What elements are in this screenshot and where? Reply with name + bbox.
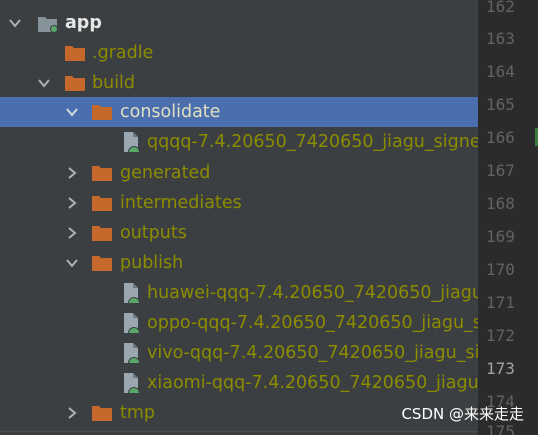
- chevron-right-icon[interactable]: [65, 226, 79, 240]
- line-number: 162: [486, 0, 515, 16]
- line-number: 164: [486, 62, 515, 81]
- tree-label-intermediates: intermediates: [120, 193, 242, 213]
- apk-file-icon: [122, 282, 142, 304]
- tree-row-publish-file[interactable]: oppo-qqq-7.4.20650_7420650_jiagu_signed: [0, 308, 478, 338]
- line-number: 163: [486, 29, 515, 48]
- tree-label-publish-file: vivo-qqq-7.4.20650_7420650_jiagu_signed: [147, 343, 478, 363]
- module-folder-icon: [37, 14, 58, 33]
- tree-label-consolidate: consolidate: [120, 102, 221, 122]
- folder-icon: [65, 75, 85, 91]
- project-tree: app .gradle build consolidate qqqq-7.4.2…: [0, 0, 478, 435]
- tree-row-publish-file[interactable]: vivo-qqq-7.4.20650_7420650_jiagu_signed: [0, 338, 478, 368]
- folder-icon: [92, 104, 112, 120]
- tree-row-generated[interactable]: generated: [0, 158, 478, 188]
- tree-row-consolidate-file[interactable]: qqqq-7.4.20650_7420650_jiagu_signed: [0, 127, 478, 157]
- line-number: 167: [486, 161, 515, 180]
- tree-label-build: build: [92, 73, 136, 93]
- chevron-down-icon[interactable]: [65, 105, 79, 119]
- tree-row-consolidate[interactable]: consolidate: [0, 97, 478, 127]
- tree-row-build[interactable]: build: [0, 68, 478, 98]
- tree-row-publish[interactable]: publish: [0, 248, 478, 278]
- folder-icon: [92, 165, 112, 181]
- tree-label-publish-file: huawei-qqq-7.4.20650_7420650_jiagu_signe…: [147, 283, 478, 303]
- chevron-right-icon[interactable]: [65, 196, 79, 210]
- divider: [0, 431, 478, 432]
- folder-icon: [92, 195, 112, 211]
- tree-row-gradle[interactable]: .gradle: [0, 38, 478, 68]
- tree-row-publish-file[interactable]: xiaomi-qqq-7.4.20650_7420650_jiagu_signe…: [0, 368, 478, 398]
- apk-file-icon: [122, 372, 142, 394]
- line-number: 166: [486, 128, 515, 147]
- tree-row-publish-file[interactable]: huawei-qqq-7.4.20650_7420650_jiagu_signe…: [0, 278, 478, 308]
- chevron-right-icon[interactable]: [65, 406, 79, 420]
- folder-icon: [92, 255, 112, 271]
- line-number: 172: [486, 326, 515, 345]
- tree-label-publish-file: xiaomi-qqq-7.4.20650_7420650_jiagu_signe…: [147, 373, 478, 393]
- line-number: 169: [486, 227, 515, 246]
- tree-label-generated: generated: [120, 163, 211, 183]
- tree-label-gradle: .gradle: [92, 43, 154, 63]
- tree-row-app[interactable]: app: [0, 8, 478, 38]
- line-number-current: 173: [486, 359, 515, 378]
- chevron-down-icon[interactable]: [37, 76, 51, 90]
- folder-icon: [92, 405, 112, 421]
- tree-label-app: app: [65, 13, 102, 33]
- line-number: 171: [486, 293, 515, 312]
- tree-label-tmp: tmp: [120, 403, 156, 423]
- apk-file-icon: [122, 131, 142, 153]
- watermark: CSDN @来来走走: [401, 405, 524, 423]
- apk-file-icon: [122, 342, 142, 364]
- folder-icon: [92, 225, 112, 241]
- tree-label-publish: publish: [120, 253, 184, 273]
- chevron-down-icon[interactable]: [65, 256, 79, 270]
- tree-label-publish-file: oppo-qqq-7.4.20650_7420650_jiagu_signed: [147, 313, 478, 333]
- tree-label-consolidate-file: qqqq-7.4.20650_7420650_jiagu_signed: [147, 132, 478, 152]
- line-number: 168: [486, 194, 515, 213]
- chevron-down-icon[interactable]: [8, 16, 22, 30]
- tree-row-intermediates[interactable]: intermediates: [0, 188, 478, 218]
- folder-icon: [65, 45, 85, 61]
- chevron-right-icon[interactable]: [65, 166, 79, 180]
- apk-file-icon: [122, 312, 142, 334]
- tree-row-outputs[interactable]: outputs: [0, 218, 478, 248]
- line-number: 170: [486, 260, 515, 279]
- line-number-gutter: 162 163 164 165 166 167 168 169 170 171 …: [478, 0, 538, 435]
- tree-label-outputs: outputs: [120, 223, 187, 243]
- line-number: 165: [486, 95, 515, 114]
